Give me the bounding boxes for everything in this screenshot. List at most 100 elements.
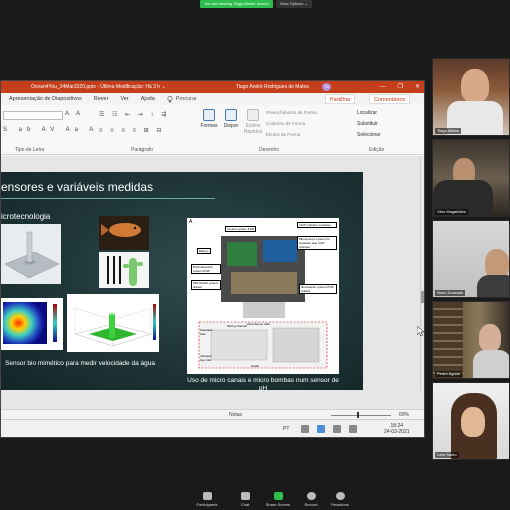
viewing-screen-banner: You are viewing Tiago Matos' screen [200,0,273,8]
comments-button[interactable]: Comentários [369,94,411,104]
ppt-titlebar: Ocean4You_24Mar2020.pptx - Última Modifi… [1,81,424,93]
video-tile-participant-1[interactable]: Tiago Matos [432,58,510,136]
cactus-sensor-image [99,252,149,288]
slide-canvas[interactable]: ensores e variáveis medidas icrotecnolog… [1,172,363,390]
3d-simulation-plot [67,294,159,352]
zoom-window: You are viewing Tiago Matos' screen View… [0,0,510,510]
video-tile-participant-5[interactable]: Lara Santo [432,382,510,460]
search-box[interactable]: Procurar [167,95,197,103]
notes-button[interactable]: Notas [229,412,242,418]
label-mixing-channel: Mixing channel [227,324,248,328]
font-size-buttons[interactable]: A A [65,111,83,117]
ribbon-tabs: Apresentação de Diapositivos Rever Ver A… [1,93,424,105]
quick-styles-icon [247,109,259,121]
label-battery: Battery [197,248,211,254]
select-button[interactable]: Selecionar [357,132,381,138]
font-group-label: Tipo de Letra [15,147,45,153]
flow-heatmap-image [1,298,63,350]
find-button[interactable]: Localizar [357,110,377,116]
font-format-buttons[interactable]: S ab AV Aa A [3,127,98,133]
shapes-button[interactable]: Formas [199,109,219,129]
participant-face [479,324,501,352]
restore-icon[interactable]: ❐ [398,81,403,93]
shared-powerpoint-window: Ocean4You_24Mar2020.pptx - Última Modifi… [0,80,425,438]
participant-face [461,407,485,437]
replace-button[interactable]: Substituir [357,121,378,127]
vertical-scrollbar[interactable] [420,156,424,391]
slide-subtitle: icrotecnologia [1,212,51,221]
share-button[interactable]: Partilhar [325,94,356,104]
tab-slideshow[interactable]: Apresentação de Diapositivos [9,96,82,102]
tab-help[interactable]: Ajuda [141,96,155,102]
title-underline [1,198,215,199]
clock-date: 24-03-2021 [384,429,410,435]
align-buttons[interactable]: ≡ ≡ ≡ ≡ ⊞ ⊟ [99,127,164,134]
minimize-icon[interactable]: — [380,81,386,93]
user-avatar[interactable]: TA [322,83,331,91]
arrange-button[interactable]: Dispor [221,109,241,129]
close-icon[interactable]: ✕ [415,81,420,93]
label-seawater-inlet: Seawater inlet [200,328,213,336]
participant-name: Nuno Dourado [435,290,466,296]
video-tile-participant-2[interactable]: Vitor Magalhães [432,139,510,217]
arrange-icon [225,109,237,121]
participants-icon [202,492,212,500]
taskbar-clock[interactable]: 18:24 24-03-2021 [384,423,410,435]
zoom-banner: You are viewing Tiago Matos' screen View… [200,0,312,8]
window-controls: — ❐ ✕ [380,81,420,93]
label-control-system-pcb: Control system PCB [225,226,257,232]
shape-effects-button[interactable]: Efeitos de Forma [266,132,300,137]
quick-styles-button[interactable]: Estilos Rápidos [243,109,263,135]
zoom-slider-knob[interactable] [357,412,359,418]
micro-structure-image [1,224,61,284]
shapes-icon [203,109,215,121]
shape-outline-button[interactable]: Contorno de Forma [266,121,305,126]
label-mcp-container: mCP indicator container [297,222,337,228]
slide-workspace: ensores e variáveis medidas icrotecnolog… [1,156,424,426]
share-screen-icon [273,492,283,500]
video-tile-participant-3[interactable]: Nuno Dourado [432,220,510,298]
reactions-button[interactable]: Reactions [320,492,360,507]
view-options-button[interactable]: View Options ⌄ [275,0,312,8]
list-buttons[interactable]: ☰ ☷ ⇤ ⇥ ↕ ⇶ [99,111,169,118]
label-indicator-inlet: Indicator dye inlet [200,354,212,362]
tab-view[interactable]: Ver [120,96,128,102]
scroll-thumb[interactable] [421,291,424,303]
font-size-combo[interactable] [3,111,63,120]
search-label: Procurar [175,96,197,102]
tab-review[interactable]: Rever [94,96,109,102]
volume-icon[interactable] [333,425,341,433]
label-micropumps: Micropumps system for seawater and mCP i… [297,236,337,250]
participant-name: Pedro Aguiar [435,371,463,377]
label-illumination: Illumination system PCB (LEDs) [299,284,337,294]
document-title[interactable]: Ocean4You_24Mar2020.pptx - Última Modifi… [31,84,166,90]
tray-icon[interactable] [301,425,309,433]
participant-name: Vitor Magalhães [435,209,468,215]
video-tile-participant-4[interactable]: Pedro Aguiar [432,301,510,379]
zoom-slider[interactable] [331,415,391,416]
chat-icon [240,492,250,500]
paragraph-group-label: Parágrafo [131,147,153,153]
caption-ph-sensor: Uso de micro canais e micro bombas num s… [187,377,339,390]
zoom-controls-bar: Participants Chat Share Screen Record Re… [0,488,510,510]
status-bar: Notas 69% [1,409,424,419]
participant-body [473,350,509,378]
reactions-icon [335,492,345,500]
label-outlet: Outlet [251,364,260,368]
network-icon[interactable] [317,425,325,433]
caption-biomimetic-sensor: Sensor bio mimético para medir velocidad… [5,360,155,367]
label-photodetection: Photodetection system PCB [191,264,221,274]
language-indicator[interactable]: PT [283,426,289,432]
zoom-level[interactable]: 69% [399,412,409,418]
participant-body [477,275,509,297]
participant-face [461,69,489,103]
participant-name: Tiago Matos [435,128,461,134]
shape-fill-button[interactable]: Preenchimento de Forma [266,110,317,115]
label-microfluidic-drawer: Microfluidic system drawer [191,280,221,290]
battery-icon[interactable] [349,425,357,433]
ph-sensor-figure: A Control system PCB mCP indicator conta… [187,218,339,374]
participants-button[interactable]: Participants [187,492,227,507]
windows-taskbar: PT 18:24 24-03-2021 [1,419,424,437]
user-name: Tiago André Rodrigues de Matos [236,84,309,90]
fish-photo [99,216,149,250]
